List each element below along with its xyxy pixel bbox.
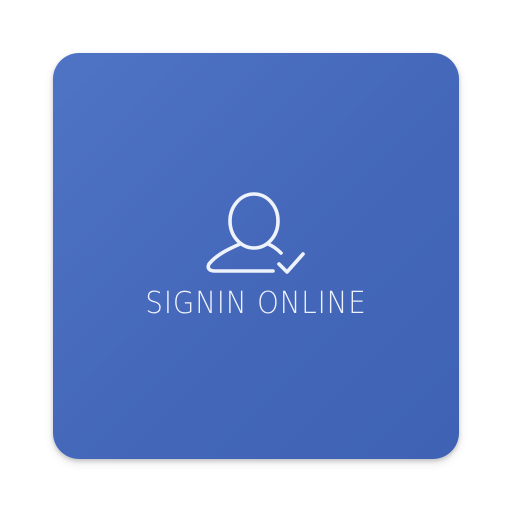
- app-name-label: SIGNIN ONLINE: [145, 286, 367, 321]
- user-check-icon: [206, 192, 305, 274]
